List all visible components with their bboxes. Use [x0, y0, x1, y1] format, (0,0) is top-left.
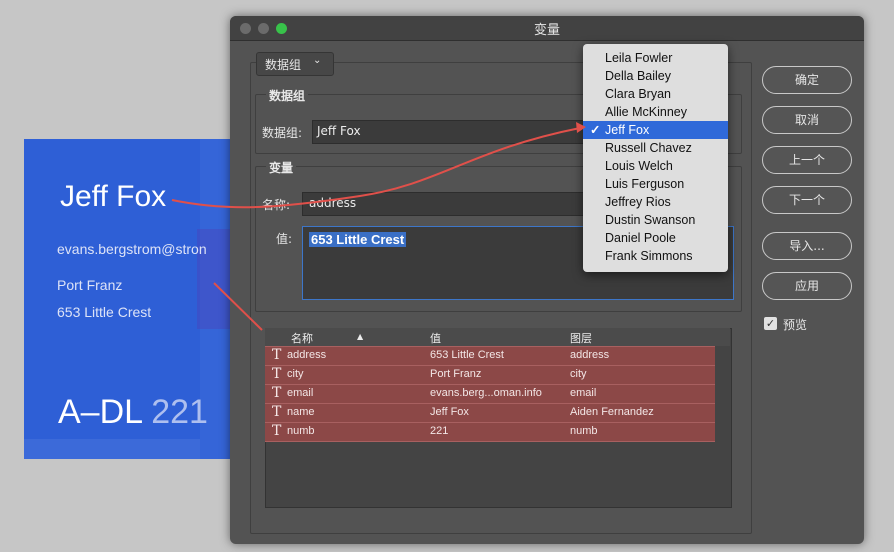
dialog-titlebar: 变量 [230, 16, 864, 41]
row-value: 221 [430, 425, 449, 437]
card-city: Port Franz [57, 277, 123, 293]
dropdown-item[interactable]: Jeffrey Rios [583, 193, 728, 211]
preview-checkbox[interactable]: ✓ [764, 317, 777, 330]
table-row[interactable]: T name Jeff Fox Aiden Fernandez [265, 403, 715, 422]
table-header: 名称 ▲ 值 图层 [265, 328, 730, 346]
previous-button[interactable]: 上一个 [762, 146, 852, 174]
table-row[interactable]: T address 653 Little Crest address [265, 346, 715, 365]
checkmark-icon: ✓ [590, 123, 601, 137]
dropdown-item[interactable]: Allie McKinney [583, 103, 728, 121]
card-email: evans.bergstrom@stron [57, 241, 207, 257]
card-code-prefix: A–DL [58, 393, 152, 431]
section-select-label: 数据组 [265, 58, 302, 72]
row-value: evans.berg...oman.info [430, 387, 542, 399]
dropdown-item-label: Della Bailey [605, 69, 672, 83]
row-layer: numb [570, 425, 598, 437]
table-row[interactable]: T city Port Franz city [265, 365, 715, 384]
dropdown-item-label: Luis Ferguson [605, 177, 685, 191]
row-name: address [287, 349, 327, 361]
card-street: 653 Little Crest [57, 304, 152, 320]
dropdown-item-label: Jeffrey Rios [605, 195, 671, 209]
row-layer: email [570, 387, 597, 399]
dropdown-item-label: Leila Fowler [605, 51, 673, 65]
variable-group-label: 变量 [266, 159, 297, 176]
dropdown-item[interactable]: Leila Fowler [583, 49, 728, 67]
dropdown-item[interactable]: Luis Ferguson [583, 175, 728, 193]
next-button[interactable]: 下一个 [762, 186, 852, 214]
text-layer-icon: T [272, 385, 282, 401]
text-layer-icon: T [272, 404, 282, 420]
row-layer: Aiden Fernandez [570, 406, 654, 418]
name-label: 名称: [262, 198, 291, 212]
value-label: 值: [276, 232, 293, 246]
dropdown-item[interactable]: Daniel Poole [583, 229, 728, 247]
column-header-layer[interactable]: 图层 [570, 330, 592, 346]
card-code: A–DL 221 [58, 393, 208, 432]
dialog-title: 变量 [533, 23, 560, 38]
card-name: Jeff Fox [60, 180, 167, 213]
row-name: email [287, 387, 314, 399]
text-layer-icon: T [272, 423, 282, 439]
name-field-value: address [309, 196, 357, 210]
dropdown-item-label: Clara Bryan [605, 87, 671, 101]
dataset-field[interactable]: Jeff Fox [312, 120, 584, 144]
dropdown-item[interactable]: Russell Chavez [583, 139, 728, 157]
dataset-group-label: 数据组 [266, 87, 309, 104]
text-layer-icon: T [272, 366, 282, 382]
row-name: name [287, 406, 315, 418]
import-button[interactable]: 导入... [762, 232, 852, 260]
table-row[interactable]: T email evans.berg...oman.info email [265, 384, 715, 403]
row-value: Jeff Fox [430, 406, 469, 418]
row-name: city [287, 368, 304, 380]
dropdown-item-label: Frank Simmons [605, 249, 693, 263]
dropdown-item[interactable]: Della Bailey [583, 67, 728, 85]
text-layer-icon: T [272, 347, 282, 363]
row-name: numb [287, 425, 315, 437]
cancel-button[interactable]: 取消 [762, 106, 852, 134]
row-layer: address [570, 349, 610, 361]
section-select[interactable]: 数据组 ⌄ [256, 52, 334, 76]
dropdown-item-label: Allie McKinney [605, 105, 687, 119]
dropdown-item[interactable]: Frank Simmons [583, 247, 728, 265]
dropdown-item[interactable]: Louis Welch [583, 157, 728, 175]
dropdown-item-selected[interactable]: ✓ Jeff Fox [583, 121, 728, 139]
card-code-number: 221 [151, 393, 208, 431]
value-field-selection: 653 Little Crest [309, 232, 407, 247]
row-value: 653 Little Crest [430, 349, 504, 361]
variables-dialog: 变量 数据组 ⌄ 数据组 数据组: Jeff Fox 变量 名称: addres… [230, 16, 864, 544]
dropdown-item-label: Russell Chavez [605, 141, 692, 155]
column-header-name[interactable]: 名称 [291, 330, 313, 346]
dropdown-item-label: Daniel Poole [605, 231, 676, 245]
column-header-value[interactable]: 值 [430, 330, 441, 346]
dropdown-item-label: Jeff Fox [605, 123, 650, 137]
dataset-field-value: Jeff Fox [317, 124, 361, 138]
dropdown-item[interactable]: Dustin Swanson [583, 211, 728, 229]
dataset-label: 数据组: [262, 126, 303, 140]
apply-button[interactable]: 应用 [762, 272, 852, 300]
ok-button[interactable]: 确定 [762, 66, 852, 94]
dropdown-item-label: Louis Welch [605, 159, 673, 173]
preview-label: 预览 [783, 318, 808, 332]
sort-ascending-icon: ▲ [357, 332, 364, 341]
chevron-down-icon: ⌄ [313, 55, 322, 66]
row-layer: city [570, 368, 587, 380]
dataset-dropdown-menu: Leila Fowler Della Bailey Clara Bryan Al… [583, 44, 728, 272]
row-value: Port Franz [430, 368, 482, 380]
name-field[interactable]: address [302, 192, 584, 216]
dropdown-item[interactable]: Clara Bryan [583, 85, 728, 103]
table-row[interactable]: T numb 221 numb [265, 422, 715, 442]
dropdown-item-label: Dustin Swanson [605, 213, 696, 227]
